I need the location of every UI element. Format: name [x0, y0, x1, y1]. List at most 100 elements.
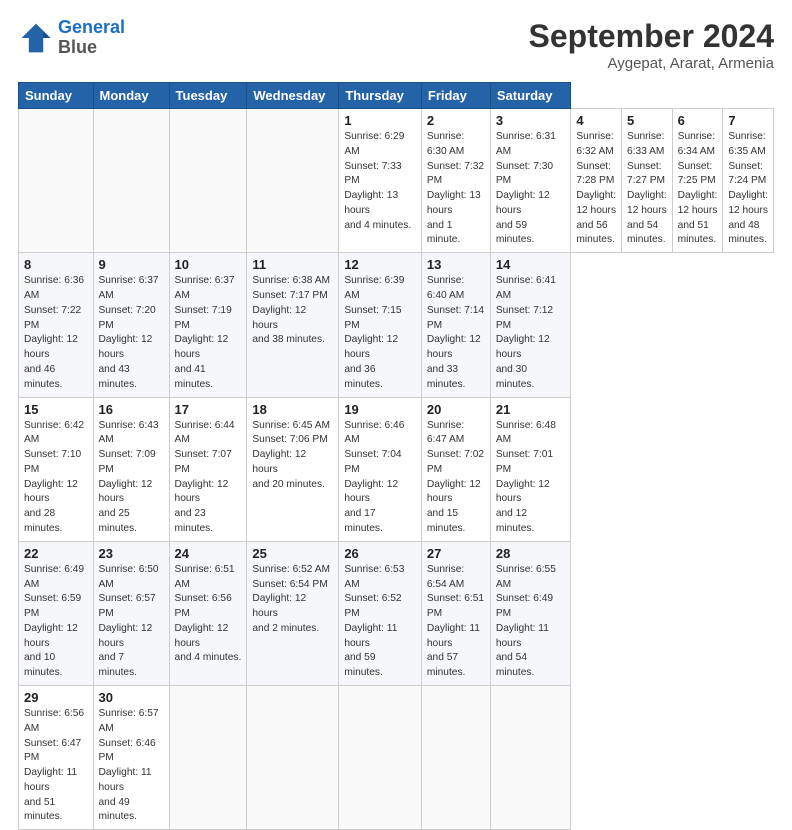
- location-title: Aygepat, Ararat, Armenia: [529, 55, 774, 72]
- day-number: 17: [175, 402, 242, 417]
- day-number: 3: [496, 113, 566, 128]
- day-info: Sunrise: 6:43 AM Sunset: 7:09 PM Dayligh…: [99, 419, 164, 537]
- calendar-cell: [247, 686, 339, 830]
- calendar-cell: 27Sunrise: 6:54 AM Sunset: 6:51 PM Dayli…: [421, 541, 490, 685]
- calendar-cell: 2 Sunrise: 6:30 AM Sunset: 7:32 PM Daylig…: [421, 109, 490, 253]
- day-info: Sunrise: 6:29 AM Sunset: 7:33 PM Dayligh…: [344, 130, 416, 233]
- day-number: 9: [99, 257, 164, 272]
- calendar-cell: 7Sunrise: 6:35 AM Sunset: 7:24 PM Daylig…: [723, 109, 774, 253]
- calendar-cell: 22 Sunrise: 6:49 AM Sunset: 6:59 PM Dayli…: [19, 541, 94, 685]
- logo-line2: Blue: [58, 37, 97, 57]
- day-number: 19: [344, 402, 416, 417]
- calendar-week-row: 29 Sunrise: 6:56 AM Sunset: 6:47 PM Dayli…: [19, 686, 774, 830]
- day-info: Sunrise: 6:51 AM Sunset: 6:56 PM Dayligh…: [175, 563, 242, 666]
- day-number: 8: [24, 257, 88, 272]
- day-number: 22: [24, 546, 88, 561]
- day-number: 10: [175, 257, 242, 272]
- day-number: 23: [99, 546, 164, 561]
- day-number: 27: [427, 546, 485, 561]
- calendar-cell: 20Sunrise: 6:47 AM Sunset: 7:02 PM Dayli…: [421, 397, 490, 541]
- day-number: 25: [252, 546, 333, 561]
- calendar-cell: 14 Sunrise: 6:41 AM Sunset: 7:12 PM Dayli…: [490, 253, 571, 397]
- calendar-cell: 13 Sunrise: 6:40 AM Sunset: 7:14 PM Dayli…: [421, 253, 490, 397]
- day-info: Sunrise: 6:30 AM Sunset: 7:32 PM Dayligh…: [427, 130, 485, 248]
- day-info: Sunrise: 6:57 AM Sunset: 6:46 PM Dayligh…: [99, 707, 164, 825]
- day-info: Sunrise: 6:35 AM Sunset: 7:24 PM Dayligh…: [728, 130, 768, 248]
- day-info: Sunrise: 6:37 AM Sunset: 7:20 PM Dayligh…: [99, 274, 164, 392]
- calendar-cell: [19, 109, 94, 253]
- day-number: 4: [576, 113, 616, 128]
- calendar-cell: [490, 686, 571, 830]
- calendar-cell: 15Sunrise: 6:42 AM Sunset: 7:10 PM Dayli…: [19, 397, 94, 541]
- day-info: Sunrise: 6:39 AM Sunset: 7:15 PM Dayligh…: [344, 274, 416, 392]
- day-info: Sunrise: 6:53 AM Sunset: 6:52 PM Dayligh…: [344, 563, 416, 681]
- month-title: September 2024: [529, 18, 774, 55]
- day-number: 24: [175, 546, 242, 561]
- calendar-cell: [169, 686, 247, 830]
- day-info: Sunrise: 6:31 AM Sunset: 7:30 PM Dayligh…: [496, 130, 566, 248]
- calendar-cell: [421, 686, 490, 830]
- calendar-cell: 18Sunrise: 6:45 AM Sunset: 7:06 PM Dayli…: [247, 397, 339, 541]
- day-info: Sunrise: 6:32 AM Sunset: 7:28 PM Dayligh…: [576, 130, 616, 248]
- calendar-cell: [93, 109, 169, 253]
- calendar-cell: 23 Sunrise: 6:50 AM Sunset: 6:57 PM Dayli…: [93, 541, 169, 685]
- day-number: 6: [678, 113, 718, 128]
- calendar-cell: 26 Sunrise: 6:53 AM Sunset: 6:52 PM Dayli…: [339, 541, 422, 685]
- day-info: Sunrise: 6:50 AM Sunset: 6:57 PM Dayligh…: [99, 563, 164, 681]
- day-info: Sunrise: 6:49 AM Sunset: 6:59 PM Dayligh…: [24, 563, 88, 681]
- day-number: 30: [99, 690, 164, 705]
- day-number: 14: [496, 257, 566, 272]
- calendar-header-thursday: Thursday: [339, 83, 422, 109]
- day-number: 5: [627, 113, 667, 128]
- calendar-week-row: 15Sunrise: 6:42 AM Sunset: 7:10 PM Dayli…: [19, 397, 774, 541]
- calendar-cell: 25Sunrise: 6:52 AM Sunset: 6:54 PM Dayli…: [247, 541, 339, 685]
- calendar-week-row: 1 Sunrise: 6:29 AM Sunset: 7:33 PM Daylig…: [19, 109, 774, 253]
- day-info: Sunrise: 6:44 AM Sunset: 7:07 PM Dayligh…: [175, 419, 242, 537]
- calendar-cell: 12 Sunrise: 6:39 AM Sunset: 7:15 PM Dayli…: [339, 253, 422, 397]
- calendar-cell: 5 Sunrise: 6:33 AM Sunset: 7:27 PM Daylig…: [622, 109, 673, 253]
- day-info: Sunrise: 6:56 AM Sunset: 6:47 PM Dayligh…: [24, 707, 88, 825]
- logo-icon: [18, 20, 54, 56]
- calendar-cell: 3 Sunrise: 6:31 AM Sunset: 7:30 PM Daylig…: [490, 109, 571, 253]
- calendar-week-row: 22 Sunrise: 6:49 AM Sunset: 6:59 PM Dayli…: [19, 541, 774, 685]
- logo-text: General Blue: [58, 18, 125, 58]
- calendar-cell: 1 Sunrise: 6:29 AM Sunset: 7:33 PM Daylig…: [339, 109, 422, 253]
- page: General Blue September 2024 Aygepat, Ara…: [0, 0, 792, 612]
- day-info: Sunrise: 6:41 AM Sunset: 7:12 PM Dayligh…: [496, 274, 566, 392]
- calendar-cell: 24 Sunrise: 6:51 AM Sunset: 6:56 PM Dayli…: [169, 541, 247, 685]
- day-number: 21: [496, 402, 566, 417]
- calendar-header-sunday: Sunday: [19, 83, 94, 109]
- calendar-cell: 6Sunrise: 6:34 AM Sunset: 7:25 PM Daylig…: [672, 109, 723, 253]
- calendar-header-saturday: Saturday: [490, 83, 571, 109]
- day-number: 11: [252, 257, 333, 272]
- day-number: 18: [252, 402, 333, 417]
- day-number: 26: [344, 546, 416, 561]
- day-info: Sunrise: 6:48 AM Sunset: 7:01 PM Dayligh…: [496, 419, 566, 537]
- day-info: Sunrise: 6:40 AM Sunset: 7:14 PM Dayligh…: [427, 274, 485, 392]
- calendar-cell: 21 Sunrise: 6:48 AM Sunset: 7:01 PM Dayli…: [490, 397, 571, 541]
- day-number: 15: [24, 402, 88, 417]
- day-number: 2: [427, 113, 485, 128]
- day-info: Sunrise: 6:37 AM Sunset: 7:19 PM Dayligh…: [175, 274, 242, 392]
- day-info: Sunrise: 6:47 AM Sunset: 7:02 PM Dayligh…: [427, 419, 485, 537]
- day-number: 12: [344, 257, 416, 272]
- day-number: 29: [24, 690, 88, 705]
- logo-line1: General: [58, 17, 125, 37]
- day-info: Sunrise: 6:33 AM Sunset: 7:27 PM Dayligh…: [627, 130, 667, 248]
- calendar-cell: 16 Sunrise: 6:43 AM Sunset: 7:09 PM Dayli…: [93, 397, 169, 541]
- calendar-cell: 4 Sunrise: 6:32 AM Sunset: 7:28 PM Daylig…: [571, 109, 622, 253]
- day-number: 1: [344, 113, 416, 128]
- calendar-cell: 10 Sunrise: 6:37 AM Sunset: 7:19 PM Dayli…: [169, 253, 247, 397]
- logo: General Blue: [18, 18, 125, 58]
- day-number: 13: [427, 257, 485, 272]
- calendar-header-monday: Monday: [93, 83, 169, 109]
- day-number: 16: [99, 402, 164, 417]
- calendar-cell: 9 Sunrise: 6:37 AM Sunset: 7:20 PM Daylig…: [93, 253, 169, 397]
- day-info: Sunrise: 6:36 AM Sunset: 7:22 PM Dayligh…: [24, 274, 88, 392]
- calendar-cell: 29 Sunrise: 6:56 AM Sunset: 6:47 PM Dayli…: [19, 686, 94, 830]
- calendar-cell: 11Sunrise: 6:38 AM Sunset: 7:17 PM Dayli…: [247, 253, 339, 397]
- calendar-cell: 8 Sunrise: 6:36 AM Sunset: 7:22 PM Daylig…: [19, 253, 94, 397]
- calendar-cell: [247, 109, 339, 253]
- calendar-cell: 19Sunrise: 6:46 AM Sunset: 7:04 PM Dayli…: [339, 397, 422, 541]
- calendar-cell: [339, 686, 422, 830]
